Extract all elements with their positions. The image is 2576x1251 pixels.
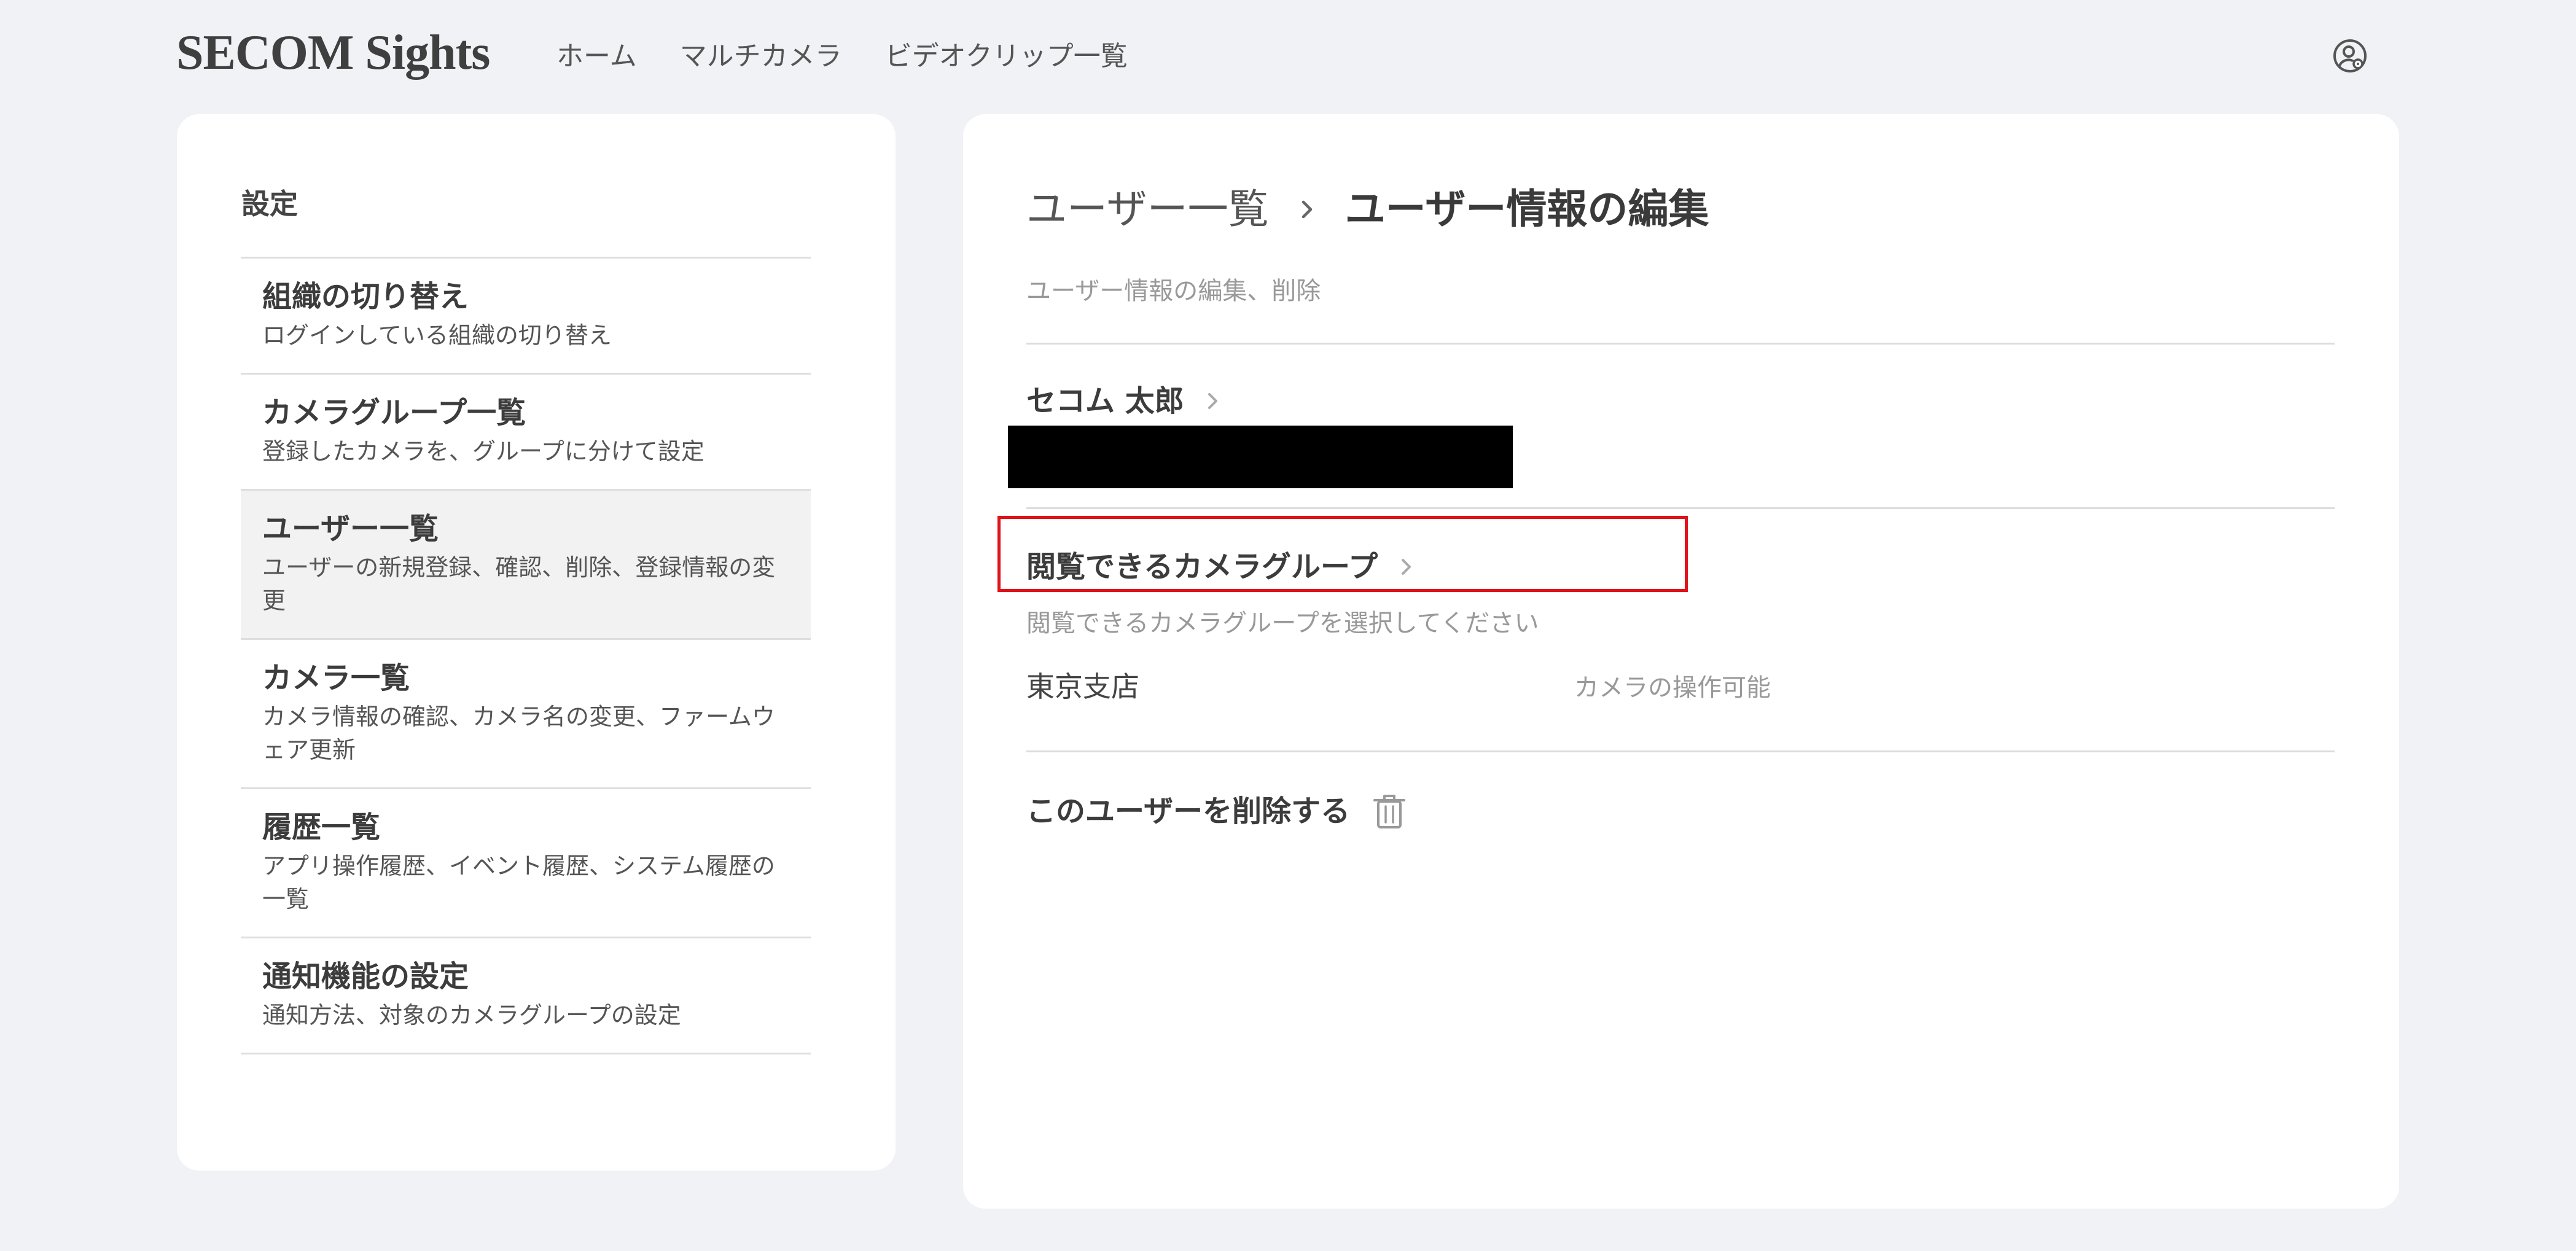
camera-group-title: 閲覧できるカメラグループ [1026,550,1378,584]
sidebar-item-notifications[interactable]: 通知機能の設定 通知方法、対象のカメラグループの設定 [241,938,811,1054]
sidebar-item-title: 組織の切り替え [262,279,469,314]
nav-home[interactable]: ホーム [556,37,637,76]
sidebar-item-cameras[interactable]: カメラ一覧 カメラ情報の確認、カメラ名の変更、ファームウェア更新 [241,640,811,789]
sidebar-item-desc: 登録したカメラを、グループに分けて設定 [262,438,704,465]
sidebar-item-desc: 通知方法、対象のカメラグループの設定 [262,1002,681,1029]
sidebar-item-title: カメラ一覧 [262,661,410,695]
sidebar-item-history[interactable]: 履歴一覧 アプリ操作履歴、イベント履歴、システム履歴の一覧 [241,789,811,938]
sidebar-item-title: ユーザー一覧 [262,512,439,546]
sidebar-item-desc: カメラ情報の確認、カメラ名の変更、ファームウェア更新 [262,703,775,763]
nav-video-clips[interactable]: ビデオクリップ一覧 [885,37,1128,76]
redacted-user-info [1008,426,1513,488]
divider [1026,750,2335,752]
page-title: ユーザー情報の編集 [1345,185,1709,233]
sidebar-item-title: 通知機能の設定 [262,959,469,994]
sidebar-item-desc: ログインしている組織の切り替え [262,322,612,349]
breadcrumb-user-list[interactable]: ユーザー一覧 [1026,182,1269,237]
user-name: セコム 太郎 [1026,384,1184,418]
page-description: ユーザー情報の編集、削除 [1026,277,1321,305]
nav-multi-camera[interactable]: マルチカメラ [680,37,842,76]
settings-menu: 組織の切り替え ログインしている組織の切り替え カメラグループ一覧 登録したカメ… [241,257,811,1054]
camera-group-description: 閲覧できるカメラグループを選択してください [1026,609,1539,637]
chevron-right-icon [1208,393,1217,409]
delete-user-label: このユーザーを削除する [1026,794,1351,828]
top-nav: ホーム マルチカメラ ビデオクリップ一覧 [556,37,1128,76]
chevron-right-icon [1402,559,1411,575]
user-gear-icon [2333,39,2367,72]
user-name-link[interactable]: セコム 太郎 [1026,380,1225,423]
camera-group-link[interactable]: 閲覧できるカメラグループ [1026,545,1418,588]
sidebar-item-title: カメラグループ一覧 [262,396,526,430]
camera-group-permission: カメラの操作可能 [1574,674,1771,702]
sidebar-item-desc: アプリ操作履歴、イベント履歴、システム履歴の一覧 [262,852,775,913]
chevron-right-icon [1302,200,1312,219]
sidebar-item-title: 履歴一覧 [262,810,381,844]
sidebar-item-users[interactable]: ユーザー一覧 ユーザーの新規登録、確認、削除、登録情報の変更 [241,491,811,640]
account-settings-button[interactable] [2332,38,2368,74]
camera-group-name: 東京支店 [1026,670,1139,703]
divider [1026,507,2335,509]
divider [1026,343,2335,345]
sidebar-item-desc: ユーザーの新規登録、確認、削除、登録情報の変更 [262,554,776,614]
sidebar-item-switch-organization[interactable]: 組織の切り替え ログインしている組織の切り替え [241,259,811,375]
sidebar-item-camera-groups[interactable]: カメラグループ一覧 登録したカメラを、グループに分けて設定 [241,375,811,491]
app-logo[interactable]: SECOM Sights [176,22,490,84]
sidebar-title: 設定 [241,187,298,220]
breadcrumb: ユーザー一覧 ユーザー情報の編集 [1026,182,1709,237]
trash-icon [1373,795,1406,828]
delete-user-button[interactable]: このユーザーを削除する [1026,790,1407,833]
